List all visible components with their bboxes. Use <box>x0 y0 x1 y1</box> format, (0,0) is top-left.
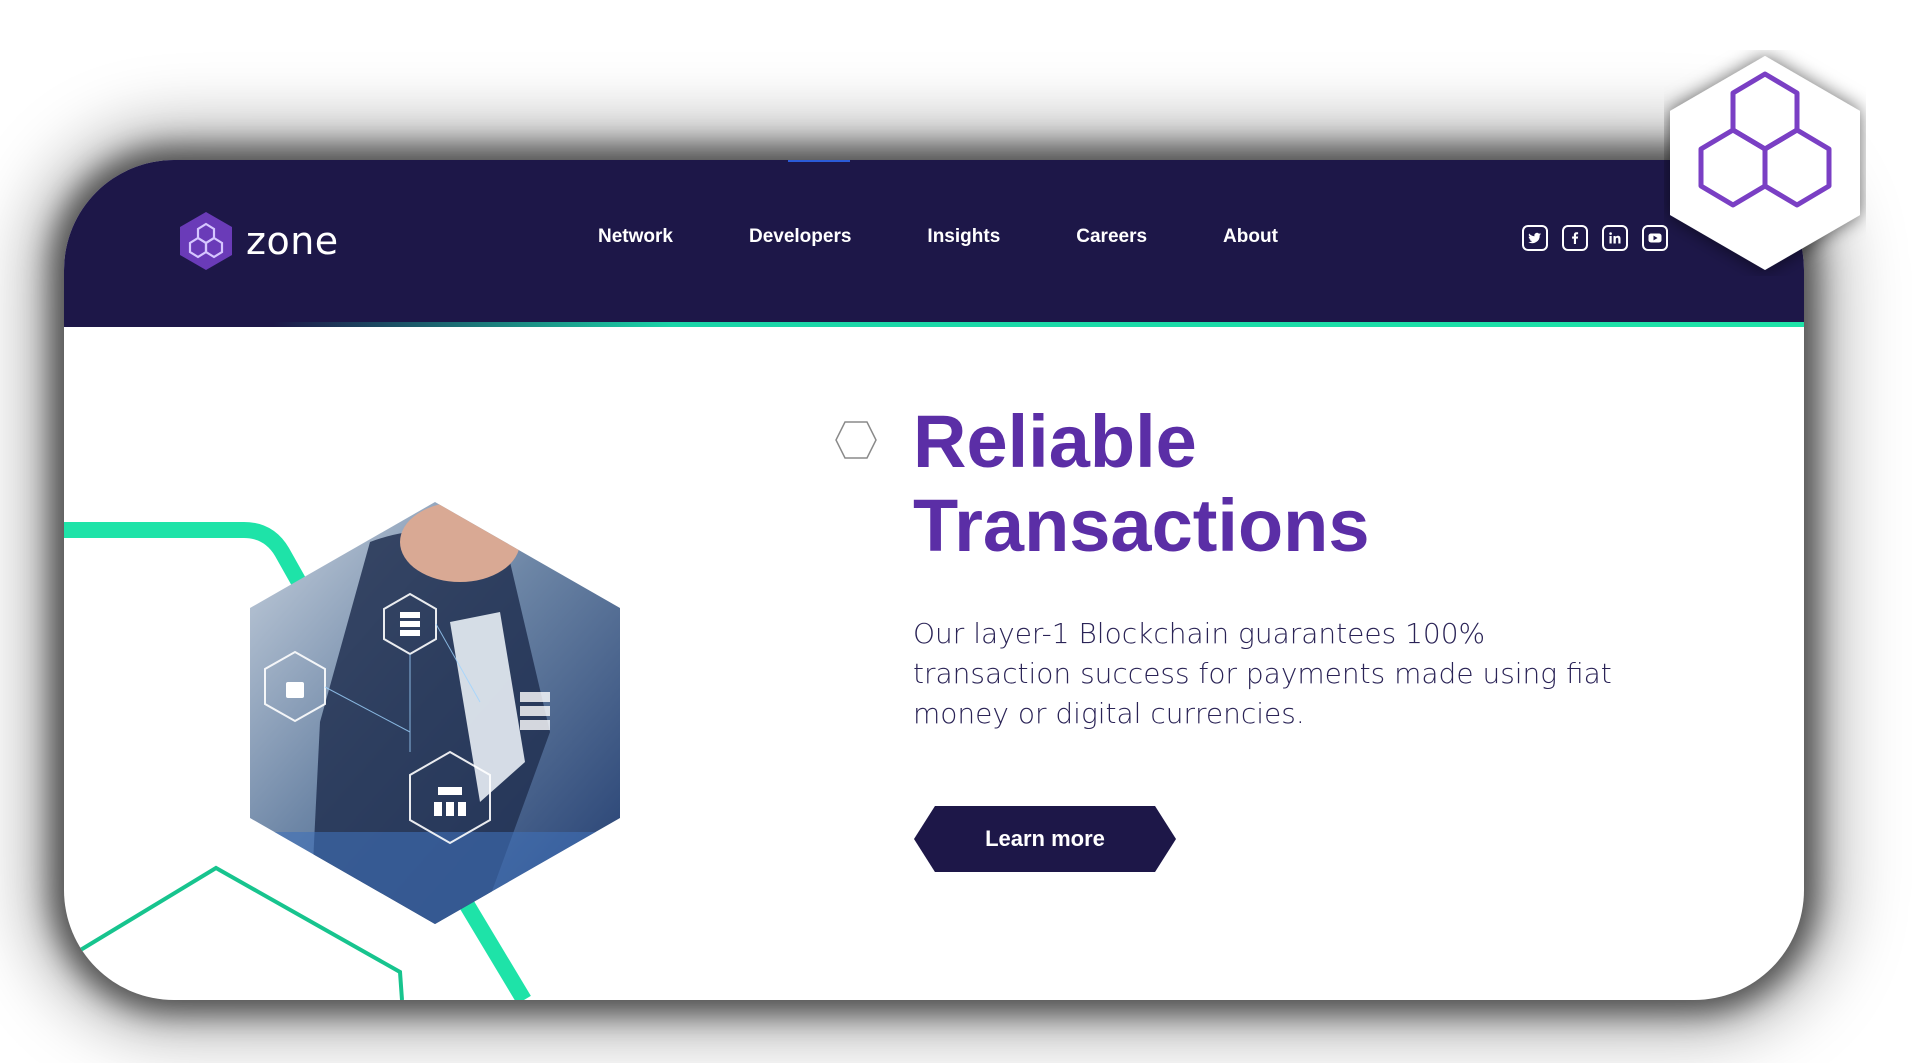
corner-logo-badge-icon <box>1670 56 1860 270</box>
hero-image <box>250 502 620 924</box>
nav-item-insights[interactable]: Insights <box>927 226 1000 248</box>
website-card: zone Network Developers Insights Careers… <box>64 160 1804 1000</box>
hexagon-outline-icon <box>835 421 877 459</box>
zone-logo-icon <box>180 212 232 270</box>
youtube-icon <box>1648 233 1662 243</box>
site-logo[interactable]: zone <box>178 210 339 272</box>
facebook-icon <box>1572 232 1579 244</box>
hero-title: Reliable Transactions <box>913 400 1513 568</box>
twitter-icon <box>1528 232 1541 244</box>
hero-title-line1: Reliable <box>913 400 1197 483</box>
facebook-link[interactable] <box>1562 225 1588 251</box>
top-navigation: zone Network Developers Insights Careers… <box>64 160 1804 322</box>
nav-item-developers[interactable]: Developers <box>749 226 851 248</box>
hero-description: Our layer-1 Blockchain guarantees 100% t… <box>913 617 1612 730</box>
nav-active-indicator <box>788 160 850 162</box>
twitter-link[interactable] <box>1522 225 1548 251</box>
main-menu: Network Developers Insights Careers Abou… <box>598 226 1354 248</box>
linkedin-link[interactable] <box>1602 225 1628 251</box>
learn-more-button[interactable]: Learn more <box>914 806 1176 872</box>
nav-accent-bar <box>64 322 1804 327</box>
logo-wordmark: zone <box>246 219 339 263</box>
nav-item-network[interactable]: Network <box>598 226 673 248</box>
nav-item-about[interactable]: About <box>1223 226 1278 248</box>
hero-title-line2: Transactions <box>913 484 1370 567</box>
social-links <box>1522 225 1682 251</box>
nav-item-careers[interactable]: Careers <box>1076 226 1147 248</box>
linkedin-icon <box>1609 232 1621 244</box>
